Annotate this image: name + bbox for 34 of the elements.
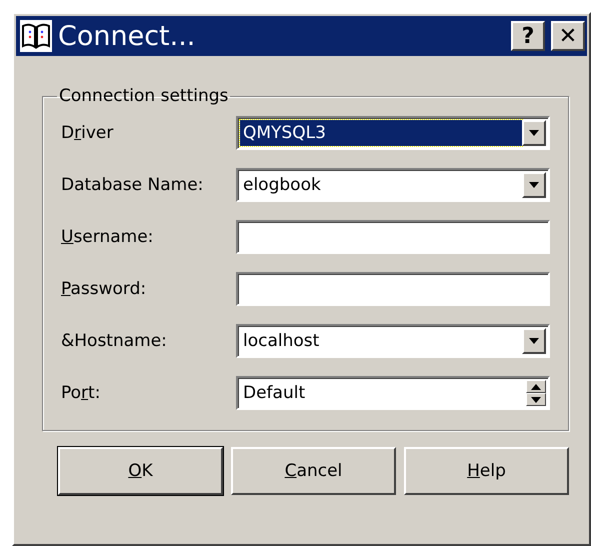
down-arrow-icon bbox=[529, 338, 539, 344]
combo-box[interactable]: elogbook bbox=[236, 168, 550, 202]
field-value: QMYSQL3 bbox=[242, 122, 327, 145]
field-label: Port: bbox=[61, 383, 102, 403]
book-icon bbox=[20, 20, 52, 52]
down-arrow-icon bbox=[529, 130, 539, 136]
input-field[interactable] bbox=[236, 272, 550, 306]
title-bar-button[interactable]: ? bbox=[511, 21, 545, 51]
field-value: localhost bbox=[242, 330, 320, 353]
dropdown-button[interactable] bbox=[522, 328, 546, 354]
spin-up-button[interactable] bbox=[526, 380, 546, 393]
field-label: Driver bbox=[61, 123, 114, 143]
combo-box[interactable]: QMYSQL3 bbox=[236, 116, 550, 150]
field-label: &Hostname: bbox=[61, 331, 168, 351]
dropdown-button[interactable] bbox=[522, 172, 546, 198]
spin-box[interactable]: Default bbox=[236, 376, 550, 410]
input-field[interactable] bbox=[236, 220, 550, 254]
spin-down-button[interactable] bbox=[526, 393, 546, 406]
field-value: Default bbox=[242, 382, 306, 405]
field-label: Username: bbox=[61, 227, 154, 247]
field-label: Password: bbox=[61, 279, 148, 299]
field-value: elogbook bbox=[242, 174, 322, 197]
dropdown-button[interactable] bbox=[522, 120, 546, 146]
up-arrow-icon bbox=[531, 384, 541, 390]
down-arrow-icon bbox=[529, 182, 539, 188]
dialog-button[interactable]: OK bbox=[58, 447, 223, 495]
title-bar-button[interactable]: ✕ bbox=[551, 21, 585, 51]
combo-box[interactable]: localhost bbox=[236, 324, 550, 358]
dialog-button[interactable]: Cancel bbox=[231, 447, 396, 495]
field-label: Database Name: bbox=[61, 175, 204, 195]
group-title: Connection settings bbox=[58, 86, 230, 106]
dialog-button[interactable]: Help bbox=[404, 447, 569, 495]
down-arrow-icon bbox=[531, 396, 541, 402]
window-title: Connect... bbox=[58, 20, 196, 52]
